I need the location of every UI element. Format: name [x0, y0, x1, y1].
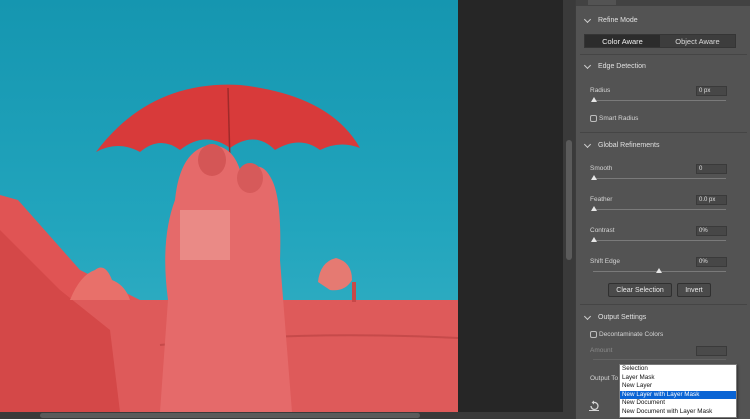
feather-slider-knob[interactable] [591, 206, 597, 211]
smart-radius-checkbox[interactable] [590, 115, 597, 122]
document-canvas[interactable] [0, 0, 458, 412]
section-header-global-refinements[interactable]: Global Refinements [583, 139, 660, 151]
section-header-refine-mode[interactable]: Refine Mode [583, 14, 638, 26]
panel-tab[interactable] [588, 0, 616, 5]
contrast-label: Contrast [590, 227, 615, 234]
output-to-dropdown-list[interactable]: Selection Layer Mask New Layer New Layer… [619, 364, 737, 418]
section-title: Global Refinements [598, 141, 660, 149]
radius-slider-track[interactable] [593, 100, 726, 101]
chevron-down-icon [583, 15, 592, 23]
chevron-down-icon [583, 140, 592, 148]
section-title: Output Settings [598, 313, 647, 321]
select-and-mask-properties-panel: Refine Mode Color Aware Object Aware Edg… [575, 0, 750, 419]
dropdown-option[interactable]: New Layer [620, 382, 736, 391]
amount-input [696, 346, 727, 356]
shift-edge-input[interactable]: 0% [696, 257, 727, 267]
horizontal-scrollbar[interactable] [0, 412, 575, 419]
clear-selection-button[interactable]: Clear Selection [608, 283, 672, 297]
radius-label: Radius [590, 87, 611, 94]
amount-label: Amount [590, 347, 613, 354]
dropdown-option[interactable]: New Document [620, 399, 736, 408]
section-title: Refine Mode [598, 16, 638, 24]
scroll-thumb[interactable] [566, 140, 572, 260]
scroll-thumb[interactable] [40, 413, 420, 418]
photo-with-overlay [0, 84, 458, 412]
smooth-slider-track[interactable] [593, 178, 726, 179]
object-aware-button[interactable]: Object Aware [660, 35, 735, 47]
refine-mode-toggle[interactable]: Color Aware Object Aware [584, 34, 736, 48]
output-to-label: Output To [590, 375, 619, 382]
section-header-output-settings[interactable]: Output Settings [583, 311, 647, 323]
smooth-input[interactable]: 0 [696, 164, 727, 174]
color-aware-button[interactable]: Color Aware [585, 35, 660, 47]
pasteboard [458, 0, 563, 412]
section-header-edge-detection[interactable]: Edge Detection [583, 60, 646, 72]
shift-edge-slider-knob[interactable] [656, 268, 662, 273]
smooth-slider-knob[interactable] [591, 175, 597, 180]
dropdown-option[interactable]: Selection [620, 365, 736, 374]
contrast-slider-knob[interactable] [591, 237, 597, 242]
divider [580, 54, 747, 55]
dropdown-option-selected[interactable]: New Layer with Layer Mask [620, 390, 736, 400]
amount-slider-track [593, 359, 726, 360]
divider [580, 304, 747, 305]
feather-slider-track[interactable] [593, 209, 726, 210]
smooth-label: Smooth [590, 165, 613, 172]
feather-label: Feather [590, 196, 613, 203]
panel-tab-strip [576, 0, 750, 6]
section-title: Edge Detection [598, 62, 646, 70]
radius-slider-knob[interactable] [591, 97, 597, 102]
reset-arrow-icon[interactable] [588, 400, 600, 412]
contrast-slider-track[interactable] [593, 240, 726, 241]
dropdown-option[interactable]: Layer Mask [620, 374, 736, 383]
vertical-scrollbar[interactable] [563, 0, 575, 412]
shift-edge-label: Shift Edge [590, 258, 620, 265]
chevron-down-icon [583, 312, 592, 320]
dropdown-option[interactable]: New Document with Layer Mask [620, 408, 736, 417]
invert-button[interactable]: Invert [677, 283, 711, 297]
feather-input[interactable]: 0.0 px [696, 195, 727, 205]
contrast-input[interactable]: 0% [696, 226, 727, 236]
divider [580, 132, 747, 133]
decontaminate-colors-checkbox[interactable] [590, 331, 597, 338]
smart-radius-label: Smart Radius [599, 115, 639, 122]
chevron-down-icon [583, 61, 592, 69]
radius-input[interactable]: 0 px [696, 86, 727, 96]
decontaminate-colors-label: Decontaminate Colors [599, 331, 664, 338]
